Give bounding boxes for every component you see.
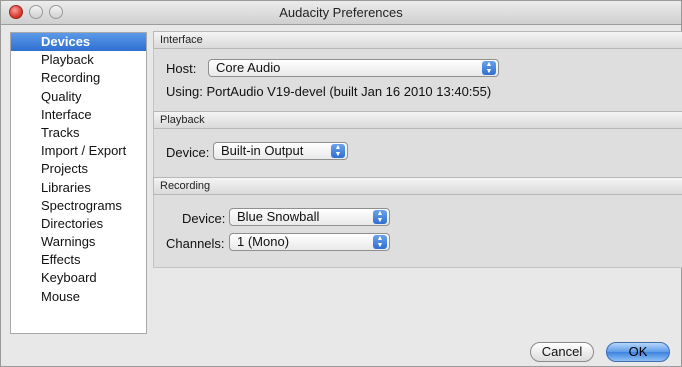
sidebar-item-import-export[interactable]: Import / Export <box>11 142 146 160</box>
sidebar-item-quality[interactable]: Quality <box>11 88 146 106</box>
playback-group: Playback Device: Built-in Output ▲ ▼ <box>153 111 682 178</box>
window-title: Audacity Preferences <box>279 5 403 20</box>
recording-device-value: Blue Snowball <box>237 209 320 224</box>
interface-group-header: Interface <box>153 31 682 49</box>
recording-group-header: Recording <box>153 177 682 195</box>
recording-channels-select[interactable]: 1 (Mono) ▲ ▼ <box>229 233 390 251</box>
sidebar-item-mouse[interactable]: Mouse <box>11 288 146 306</box>
sidebar-item-effects[interactable]: Effects <box>11 251 146 269</box>
sidebar-item-keyboard[interactable]: Keyboard <box>11 269 146 287</box>
host-select-value: Core Audio <box>216 60 281 75</box>
playback-device-select[interactable]: Built-in Output ▲ ▼ <box>213 142 348 160</box>
host-label: Host: <box>166 61 197 76</box>
recording-device-select[interactable]: Blue Snowball ▲ ▼ <box>229 208 390 226</box>
title-bar[interactable]: Audacity Preferences <box>1 1 681 25</box>
sidebar-item-directories[interactable]: Directories <box>11 215 146 233</box>
sidebar-item-interface[interactable]: Interface <box>11 106 146 124</box>
up-down-arrows-icon: ▲ ▼ <box>482 61 496 75</box>
interface-group: Interface Host: Core Audio ▲ ▼ Using: Por… <box>153 31 682 112</box>
playback-device-value: Built-in Output <box>221 143 304 158</box>
recording-device-label: Device: <box>182 211 226 226</box>
preferences-category-list[interactable]: Devices Playback Recording Quality Inter… <box>10 32 147 334</box>
playback-device-label: Device: <box>166 145 210 160</box>
sidebar-item-tracks[interactable]: Tracks <box>11 124 146 142</box>
recording-channels-label: Channels: <box>166 236 225 251</box>
recording-group-body: Device: Blue Snowball ▲ ▼ Channels: 1 (Mo… <box>153 195 682 268</box>
sidebar-item-playback[interactable]: Playback <box>11 51 146 69</box>
recording-channels-value: 1 (Mono) <box>237 234 290 249</box>
playback-group-body: Device: Built-in Output ▲ ▼ <box>153 129 682 178</box>
ok-button[interactable]: OK <box>606 342 670 362</box>
recording-group: Recording Device: Blue Snowball ▲ ▼ Chann… <box>153 177 682 268</box>
host-select[interactable]: Core Audio ▲ ▼ <box>208 59 499 77</box>
up-down-arrows-icon: ▲ ▼ <box>373 235 387 249</box>
up-down-arrows-icon: ▲ ▼ <box>373 210 387 224</box>
playback-group-header: Playback <box>153 111 682 129</box>
interface-group-body: Host: Core Audio ▲ ▼ Using: PortAudio V19… <box>153 49 682 112</box>
up-down-arrows-icon: ▲ ▼ <box>331 144 345 158</box>
cancel-button[interactable]: Cancel <box>530 342 594 362</box>
sidebar-item-devices[interactable]: Devices <box>11 33 146 52</box>
portaudio-version-text: Using: PortAudio V19-devel (built Jan 16… <box>166 84 492 99</box>
sidebar-item-spectrograms[interactable]: Spectrograms <box>11 197 146 215</box>
preferences-window: Audacity Preferences Devices Playback Re… <box>0 0 682 367</box>
sidebar-item-libraries[interactable]: Libraries <box>11 179 146 197</box>
sidebar-item-projects[interactable]: Projects <box>11 160 146 178</box>
sidebar-item-recording[interactable]: Recording <box>11 69 146 87</box>
sidebar-item-warnings[interactable]: Warnings <box>11 233 146 251</box>
